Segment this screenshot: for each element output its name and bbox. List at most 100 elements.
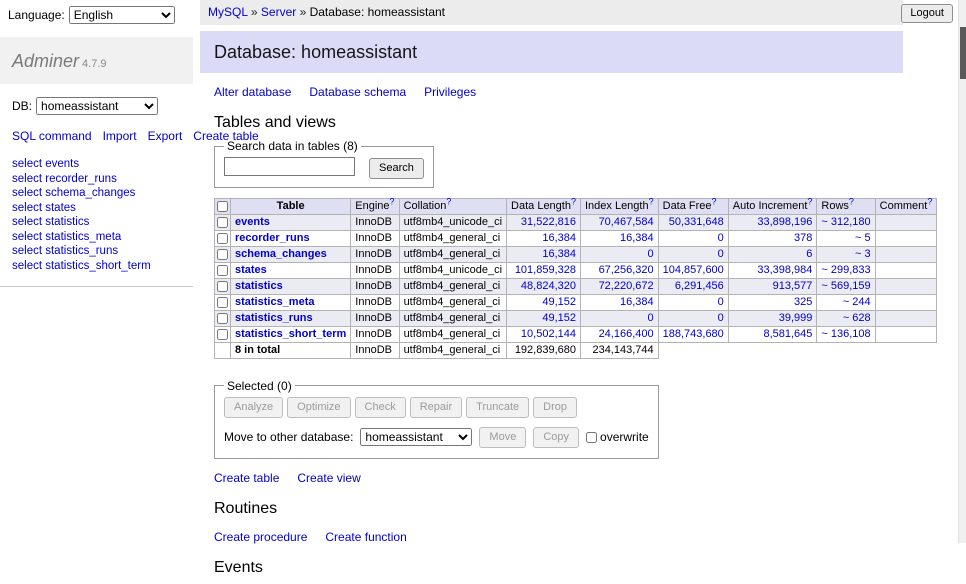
table-name-link[interactable]: statistics_meta [235,296,315,308]
auto-increment-link[interactable]: 33,398,984 [757,264,812,276]
optimize-button[interactable]: Optimize [287,397,350,418]
data-length-link[interactable]: 49,152 [542,296,576,308]
table-name-link[interactable]: statistics_runs [235,312,313,324]
data-length-link[interactable]: 31,522,816 [521,216,576,228]
data-free-link[interactable]: 188,743,680 [663,328,724,340]
index-length-link[interactable]: 70,467,584 [599,216,654,228]
overwrite-checkbox[interactable] [586,432,597,443]
row-checkbox[interactable] [217,329,228,340]
row-checkbox[interactable] [217,265,228,276]
auto-increment-link[interactable]: 8,581,645 [763,328,812,340]
index-length-link[interactable]: 67,256,320 [599,264,654,276]
data-length-link[interactable]: 101,859,328 [515,264,576,276]
sidebar-table-link[interactable]: select recorder_runs [12,173,117,185]
sidebar-table-link[interactable]: select statistics_runs [12,245,118,257]
analyze-button[interactable]: Analyze [224,397,283,418]
data-free-link[interactable]: 0 [718,296,724,308]
search-button[interactable]: Search [369,158,424,179]
scrollbar-thumb[interactable] [960,27,966,79]
drop-button[interactable]: Drop [533,397,577,418]
help-link[interactable]: ? [446,196,451,206]
data-length-link[interactable]: 10,502,144 [521,328,576,340]
help-link[interactable]: ? [649,196,654,206]
help-link[interactable]: ? [849,196,854,206]
index-length-link[interactable]: 72,220,672 [599,280,654,292]
repair-button[interactable]: Repair [410,397,462,418]
move-button[interactable]: Move [479,427,526,448]
overwrite-option[interactable]: overwrite [586,430,649,444]
sidebar-table-link[interactable]: select statistics_short_term [12,260,151,272]
breadcrumb-link[interactable]: Server [261,5,296,19]
help-link[interactable]: ? [927,196,932,206]
help-link[interactable]: ? [712,196,717,206]
table-name-link[interactable]: states [235,264,267,276]
data-free-link[interactable]: 0 [718,232,724,244]
auto-increment-link[interactable]: 913,577 [773,280,813,292]
language-select[interactable]: English [69,6,175,24]
row-checkbox[interactable] [217,249,228,260]
create-links-item[interactable]: Create table [214,471,279,485]
db-action-links-item[interactable]: Privileges [424,85,476,99]
select-all-checkbox[interactable] [217,201,228,212]
sidebar-table-link[interactable]: select states [12,202,76,214]
rows-count-link[interactable]: ~ 3 [855,248,871,260]
sidebar-table-link[interactable]: select statistics [12,216,89,228]
rows-count-link[interactable]: ~ 5 [855,232,871,244]
help-link[interactable]: ? [571,196,576,206]
rows-count-link[interactable]: ~ 312,180 [821,216,870,228]
row-checkbox[interactable] [217,297,228,308]
index-length-link[interactable]: 0 [648,312,654,324]
data-free-link[interactable]: 50,331,648 [669,216,724,228]
auto-increment-link[interactable]: 325 [794,296,812,308]
row-checkbox[interactable] [217,281,228,292]
logout-button[interactable]: Logout [901,4,953,23]
help-link[interactable]: ? [390,196,395,206]
auto-increment-link[interactable]: 6 [806,248,812,260]
routines-links-item[interactable]: Create procedure [214,530,307,544]
table-name-link[interactable]: schema_changes [235,248,327,260]
check-button[interactable]: Check [355,397,406,418]
rows-count-link[interactable]: ~ 628 [843,312,871,324]
data-length-link[interactable]: 16,384 [542,232,576,244]
index-length-link[interactable]: 0 [648,248,654,260]
data-free-link[interactable]: 104,857,600 [663,264,724,276]
table-name-link[interactable]: statistics_short_term [235,328,346,340]
data-length-link[interactable]: 49,152 [542,312,576,324]
data-free-link[interactable]: 6,291,456 [675,280,724,292]
copy-button[interactable]: Copy [533,427,579,448]
data-length-link[interactable]: 16,384 [542,248,576,260]
table-name-link[interactable]: recorder_runs [235,232,310,244]
data-length-link[interactable]: 48,824,320 [521,280,576,292]
move-db-select[interactable]: homeassistant [360,428,472,446]
db-action-links-item[interactable]: Database schema [309,85,406,99]
row-checkbox[interactable] [217,313,228,324]
index-length-link[interactable]: 24,166,400 [599,328,654,340]
auto-increment-link[interactable]: 39,999 [779,312,813,324]
table-name-link[interactable]: statistics [235,280,283,292]
create-links-item[interactable]: Create view [297,471,360,485]
auto-increment-link[interactable]: 33,898,196 [757,216,812,228]
sidebar-table-link[interactable]: select schema_changes [12,187,135,199]
search-input[interactable] [224,157,355,176]
sidebar-link[interactable]: Export [148,129,183,143]
rows-count-link[interactable]: ~ 569,159 [821,280,870,292]
sidebar-link[interactable]: Import [103,129,137,143]
truncate-button[interactable]: Truncate [466,397,529,418]
index-length-link[interactable]: 16,384 [620,296,654,308]
db-select[interactable]: homeassistant [36,97,158,115]
data-free-link[interactable]: 0 [718,312,724,324]
row-checkbox[interactable] [217,233,228,244]
sidebar-table-link[interactable]: select events [12,158,79,170]
auto-increment-link[interactable]: 378 [794,232,812,244]
sidebar-link[interactable]: SQL command [12,129,92,143]
db-action-links-item[interactable]: Alter database [214,85,291,99]
rows-count-link[interactable]: ~ 136,108 [821,328,870,340]
scrollbar[interactable] [958,0,966,543]
data-free-link[interactable]: 0 [718,248,724,260]
breadcrumb-link[interactable]: MySQL [208,5,248,19]
routines-links-item[interactable]: Create function [325,530,406,544]
help-link[interactable]: ? [807,196,812,206]
adminer-logo-link[interactable]: Adminer [12,51,79,71]
table-name-link[interactable]: events [235,216,270,228]
index-length-link[interactable]: 16,384 [620,232,654,244]
